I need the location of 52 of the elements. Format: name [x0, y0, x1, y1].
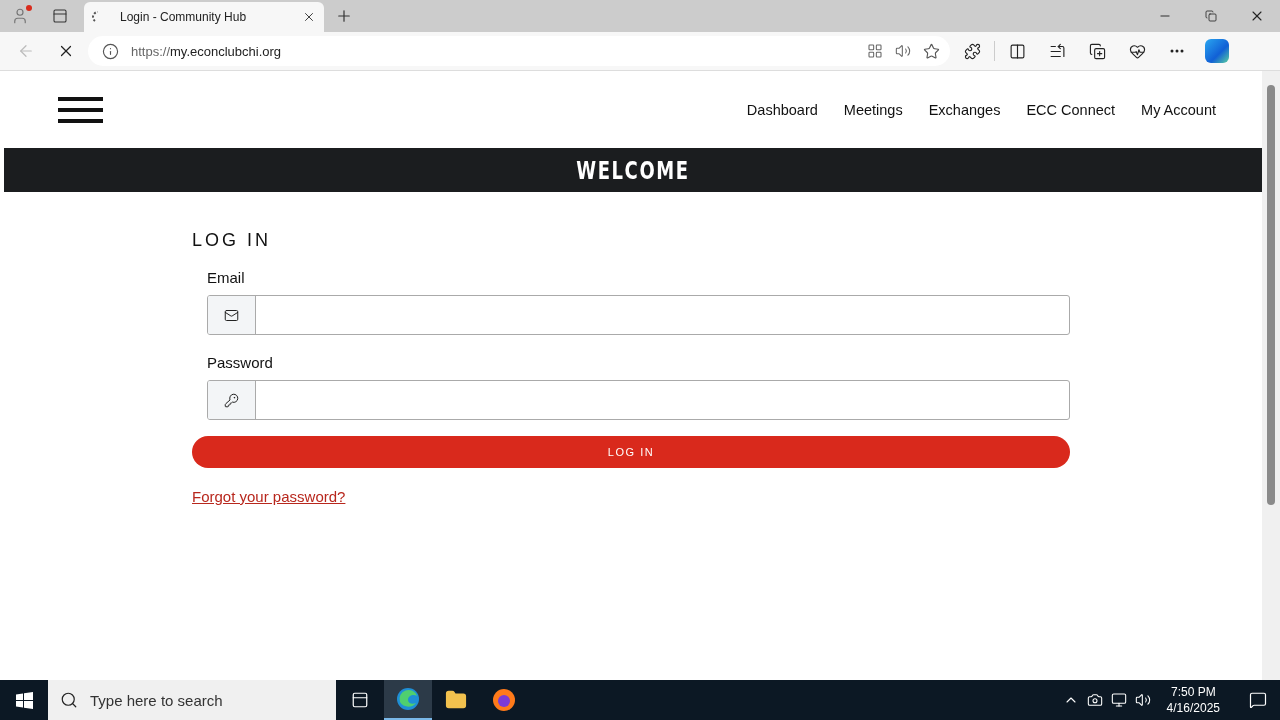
email-field[interactable] [207, 295, 1070, 335]
nav-link[interactable]: Dashboard [746, 101, 818, 118]
nav-link[interactable]: Exchanges [928, 101, 1001, 118]
collections-icon [1088, 42, 1106, 60]
info-icon [102, 42, 119, 60]
camera-icon [1086, 692, 1103, 708]
read-aloud-icon [895, 43, 911, 59]
nav-link[interactable]: ECC Connect [1026, 101, 1116, 118]
address-bar[interactable]: https://my.econclubchi.org [88, 36, 950, 66]
menu-icon[interactable] [58, 96, 103, 123]
clock-date: 4/16/2025 [1166, 700, 1220, 716]
edge-taskbar-button[interactable] [384, 680, 432, 720]
taskbar-search-field[interactable]: Type here to search [48, 680, 336, 720]
task-view-icon [351, 691, 369, 709]
nav-link[interactable]: Meetings [843, 101, 903, 118]
favorite-star-icon [923, 42, 940, 60]
restore-icon [1205, 10, 1217, 22]
close-icon [302, 10, 316, 24]
copilot-icon [1205, 39, 1229, 63]
browser-tab[interactable]: Login - Community Hub [84, 2, 324, 32]
clock-time: 7:50 PM [1170, 684, 1216, 700]
tab-actions-icon [52, 8, 68, 24]
forgot-password-link[interactable]: Forgot your password? [192, 488, 346, 505]
windows-logo-icon [15, 691, 33, 709]
plus-icon [335, 7, 353, 25]
network-icon [1110, 692, 1127, 708]
banner-title: WELCOME [576, 155, 690, 185]
volume-icon [1134, 692, 1151, 708]
person-icon [11, 7, 29, 25]
mail-icon [224, 307, 239, 323]
apps-icon [867, 43, 883, 59]
password-field[interactable] [207, 380, 1070, 420]
nav-link[interactable]: My Account [1141, 101, 1216, 118]
field-label: Password [207, 354, 274, 371]
url-text: https://my.econclubchi.org [131, 43, 283, 59]
puzzle-icon [963, 42, 981, 60]
scrollbar[interactable] [1262, 71, 1280, 680]
clock[interactable]: 7:50 PM 4/16/2025 [1158, 684, 1228, 716]
speech-bubble-icon [1249, 691, 1267, 709]
tab-title: Login - Community Hub [119, 10, 248, 24]
more-icon [1170, 49, 1184, 53]
key-icon [224, 392, 239, 408]
folder-icon [445, 689, 467, 711]
split-screen-icon [1008, 42, 1026, 60]
login-button[interactable]: LOG IN [192, 436, 1070, 468]
search-icon [60, 691, 78, 709]
heart-pulse-icon [1128, 42, 1146, 60]
search-placeholder: Type here to search [90, 691, 223, 709]
form-heading: LOG IN [192, 230, 272, 251]
favorites-list-icon [1048, 42, 1066, 60]
browser-icon [396, 687, 420, 711]
field-label: Email [207, 269, 246, 286]
